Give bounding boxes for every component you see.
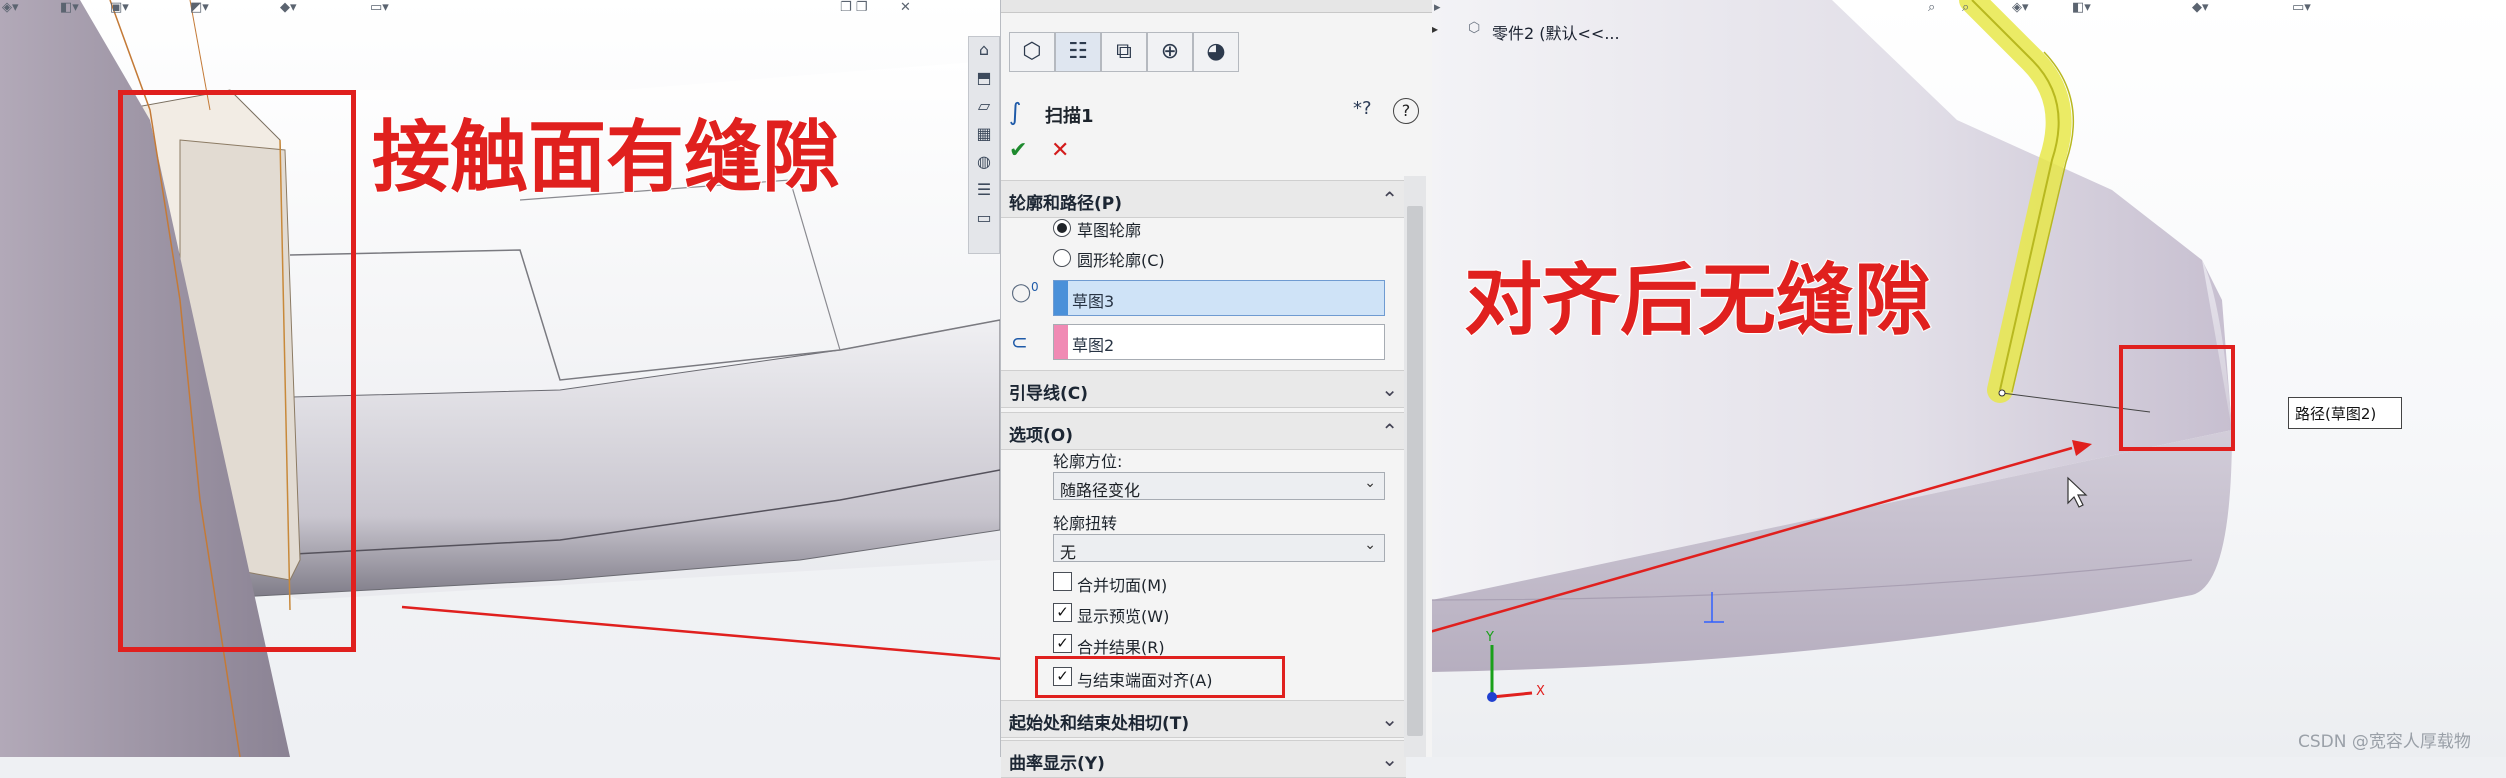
feature-title: 扫描1 [1045, 106, 1094, 127]
chevron-up-icon[interactable]: ⌃ [1381, 419, 1398, 443]
task-pane-toolbar: ⌂ ⬒ ▱ ▦ ◍ ☰ ▭ [968, 36, 1000, 254]
triad-y-label: Y [1486, 630, 1494, 645]
merge-tangent-faces-label: 合并切面(M) [1077, 576, 1168, 595]
radio-sketch-profile[interactable] [1053, 219, 1071, 237]
right-caption: 对齐后无缝隙 [1463, 255, 1933, 347]
feature-manager-tab-icon[interactable]: ⬡ [1009, 32, 1055, 72]
chevron-down-icon: ⌄ [1364, 537, 1376, 553]
section-profile-path[interactable]: 轮廓和路径(P) ⌃ [1001, 180, 1406, 218]
section-curvature-display[interactable]: 曲率显示(Y) ⌄ [1001, 740, 1406, 778]
forum-icon[interactable]: ▭ [973, 207, 995, 229]
show-preview-checkbox[interactable]: ✓ [1053, 603, 1072, 622]
window-close-icon[interactable]: ✕ [900, 0, 911, 15]
sweep-feature-icon: ∫ [1009, 98, 1022, 126]
parts-library-icon[interactable]: ⬒ [973, 67, 995, 89]
watermark: CSDN @宽容人厚载物 [2298, 732, 2471, 752]
feature-tree-part-label[interactable]: 零件2 (默认<<... [1492, 20, 1620, 44]
dimxpert-tab-icon[interactable]: ⊕ [1147, 32, 1193, 72]
profile-twist-select[interactable]: 无 ⌄ [1053, 534, 1385, 562]
path-field[interactable]: 草图2 [1053, 324, 1385, 360]
custom-properties-icon[interactable]: ☰ [973, 179, 995, 201]
chevron-down-icon[interactable]: ⌄ [1381, 747, 1398, 771]
gap-highlight-box [118, 90, 356, 652]
display-style-icon[interactable]: ▣▾ [110, 0, 129, 15]
select-value: 随路径变化 [1060, 481, 1141, 500]
property-manager-panel: ⬡ ☷ ⧉ ⊕ ◕ ∫ 扫描1 *? ? ✔ ✕ 轮廓和路径(P) ⌃ 草图轮廓… [1000, 0, 1434, 778]
profile-orientation-select[interactable]: 随路径变化 ⌄ [1053, 472, 1385, 500]
chevron-down-icon: ⌄ [1364, 475, 1376, 491]
radio-circular-profile-label: 圆形轮廓(C) [1077, 251, 1165, 270]
profile-swatch [1054, 281, 1068, 315]
section-title: 选项(O) [1009, 426, 1073, 446]
left-caption: 接触面有缝隙 [371, 112, 841, 204]
whats-wrong-icon[interactable]: *? [1353, 98, 1372, 119]
view-settings-icon[interactable]: ▭▾ [2292, 0, 2311, 15]
zoom-fit-icon[interactable]: ⌕ [1928, 0, 1935, 15]
path-swatch [1054, 325, 1068, 359]
display-style-icon[interactable]: ◧▾ [2072, 0, 2091, 15]
display-manager-tab-icon[interactable]: ◕ [1193, 32, 1239, 72]
section-title: 曲率显示(Y) [1009, 754, 1105, 774]
path-callout-label: 路径(草图2) [2295, 405, 2377, 423]
profile-twist-label: 轮廓扭转 [1053, 514, 1118, 533]
part-icon: ⬡ [1468, 20, 1481, 36]
path-selection-icon: ⊂ [1011, 330, 1028, 354]
edit-appearance-icon[interactable]: ◆▾ [2192, 0, 2209, 15]
graphics-area-right[interactable]: ▸ ⬡ 零件2 (默认<<... ▸ ⌕ ⌕ ◈▾ ◧▾ ◆▾ ▭▾ 对齐后无缝… [1432, 0, 2506, 757]
section-guide-curves[interactable]: 引导线(C) ⌄ [1001, 370, 1406, 408]
align-option-highlight-box [1035, 656, 1285, 698]
appearance-icon[interactable]: ◆▾ [280, 0, 297, 15]
chevron-down-icon[interactable]: ⌄ [1381, 707, 1398, 731]
appearances-icon[interactable]: ◍ [973, 151, 995, 173]
home-icon[interactable]: ⌂ [973, 39, 995, 61]
hide-show-icon[interactable]: ◩▾ [190, 0, 209, 15]
merge-result-checkbox[interactable]: ✓ [1053, 634, 1072, 653]
profile-field[interactable]: 草图3 [1053, 280, 1385, 316]
configuration-manager-tab-icon[interactable]: ⧉ [1101, 32, 1147, 72]
path-callout[interactable]: 路径(草图2) [2288, 397, 2402, 429]
help-icon[interactable]: ? [1393, 98, 1419, 124]
merge-tangent-faces-checkbox[interactable] [1053, 572, 1072, 591]
monitor-icon[interactable]: ▭▾ [370, 0, 389, 15]
section-start-end-tangency[interactable]: 起始处和结束处相切(T) ⌄ [1001, 700, 1406, 738]
view-orient-icon[interactable]: ◈▾ [2, 0, 19, 15]
profile-field-value: 草图3 [1072, 292, 1115, 311]
cancel-button[interactable]: ✕ [1051, 138, 1069, 163]
profile-orientation-label: 轮廓方位: [1053, 452, 1123, 471]
radio-circular-profile[interactable] [1053, 249, 1071, 267]
view-orientation-icon[interactable]: ◈▾ [2012, 0, 2029, 15]
window-restore-icon[interactable]: ❐ ❐ [840, 0, 867, 15]
profile-selection-icon: ◯ [1011, 282, 1032, 303]
graphics-area-left[interactable]: ◈▾ ◧▾ ▣▾ ◩▾ ◆▾ ▭▾ ❐ ❐ ✕ 接触面有缝隙 [0, 0, 1000, 757]
folder-icon[interactable]: ▱ [973, 95, 995, 117]
model-geometry-right [1432, 0, 2232, 702]
select-value: 无 [1060, 543, 1077, 562]
radio-sketch-profile-label: 草图轮廓 [1077, 221, 1142, 240]
path-field-value: 草图2 [1072, 336, 1115, 355]
show-preview-label: 显示预览(W) [1077, 607, 1170, 626]
section-options[interactable]: 选项(O) ⌃ [1001, 412, 1406, 450]
scrollbar-thumb[interactable] [1407, 206, 1423, 736]
zoom-area-icon[interactable]: ⌕ [1962, 0, 1969, 15]
property-manager-tab-icon[interactable]: ☷ [1055, 32, 1101, 72]
manager-tabs: ⬡ ☷ ⧉ ⊕ ◕ [1001, 30, 1433, 72]
merge-result-label: 合并结果(R) [1077, 638, 1165, 657]
tree-expand-arrow-icon[interactable]: ▸ [1432, 22, 1438, 36]
expand-tree-icon[interactable]: ▸ [1434, 0, 1441, 15]
profile-marker: 0 [1031, 280, 1039, 294]
section-view-icon[interactable]: ◧▾ [60, 0, 79, 15]
chevron-up-icon[interactable]: ⌃ [1381, 187, 1398, 211]
chevron-down-icon[interactable]: ⌄ [1381, 377, 1398, 401]
view-palette-icon[interactable]: ▦ [973, 123, 995, 145]
section-title: 轮廓和路径(P) [1009, 194, 1122, 214]
section-title: 起始处和结束处相切(T) [1009, 714, 1190, 734]
section-title: 引导线(C) [1009, 384, 1089, 404]
ok-button[interactable]: ✔ [1009, 138, 1027, 163]
command-tab-strip [1001, 0, 1433, 13]
triad-x-label: X [1536, 684, 1545, 699]
end-face-highlight-box [2119, 345, 2235, 451]
